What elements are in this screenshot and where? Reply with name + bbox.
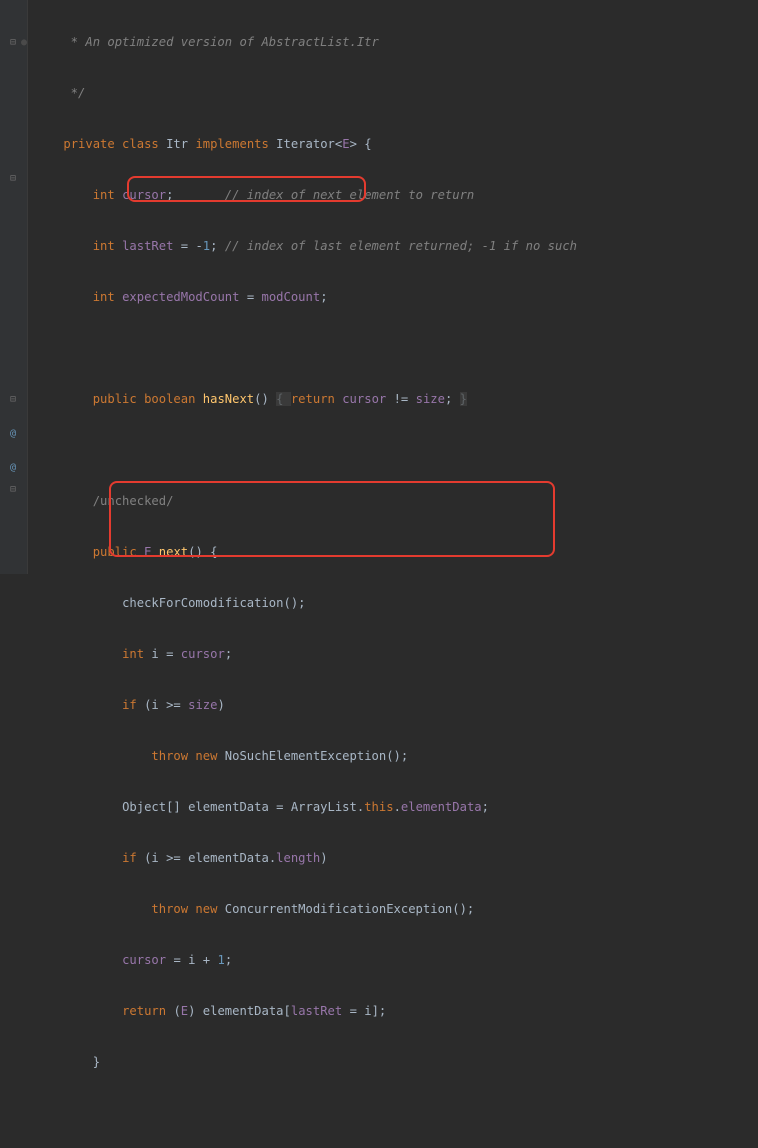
punc: ; (225, 647, 232, 661)
field: size (416, 392, 445, 406)
type: Iterator (276, 137, 335, 151)
punc: ( (173, 1004, 180, 1018)
code-line[interactable]: private class Itr implements Iterator<E>… (28, 136, 758, 153)
field: expectedModCount (122, 290, 247, 304)
code-line[interactable]: int i = cursor; (28, 646, 758, 663)
punc: ; (225, 953, 232, 967)
kw: implements (195, 137, 276, 151)
type-param: E (342, 137, 349, 151)
code-line[interactable]: throw new NoSuchElementException(); (28, 748, 758, 765)
brace: } (93, 1055, 100, 1069)
suppressed-annotation: /unchecked/ (93, 494, 174, 508)
code-line[interactable]: if (i >= size) (28, 697, 758, 714)
op: = - (181, 239, 203, 253)
expr: ) elementData[ (188, 1004, 291, 1018)
punc: ) (320, 851, 327, 865)
comment: // index of last element returned; -1 if… (225, 239, 577, 253)
fold-brace[interactable]: { (276, 392, 291, 406)
type-param: E (144, 545, 159, 559)
kw: int (93, 239, 122, 253)
kw: return (122, 1004, 173, 1018)
field: cursor (122, 188, 166, 202)
code-editor[interactable]: * An optimized version of AbstractList.I… (28, 0, 758, 574)
code-line[interactable]: int cursor; // index of next element to … (28, 187, 758, 204)
code-line[interactable]: cursor = i + 1; (28, 952, 758, 969)
kw: throw new (151, 902, 224, 916)
kw: int (93, 188, 122, 202)
punc: . (394, 800, 401, 814)
kw: if (122, 851, 144, 865)
gutter-override-icon[interactable]: @ (6, 425, 20, 442)
expr: Object[] elementData = ArrayList. (122, 800, 364, 814)
kw-this: this (364, 800, 393, 814)
code-line[interactable] (28, 442, 758, 459)
op: = (247, 290, 262, 304)
field: cursor (122, 953, 173, 967)
code-line[interactable]: public boolean hasNext() { return cursor… (28, 391, 758, 408)
field: lastRet (291, 1004, 350, 1018)
comment: * An optimized version of AbstractList.I… (34, 35, 379, 49)
field: length (276, 851, 320, 865)
code-line[interactable] (28, 1105, 758, 1122)
punc: () { (188, 545, 217, 559)
gutter-override-icon[interactable]: @ (6, 459, 20, 476)
method: hasNext (203, 392, 254, 406)
kw: int (122, 647, 151, 661)
field: cursor (342, 392, 393, 406)
num: 1 (217, 953, 224, 967)
punc: () (254, 392, 276, 406)
kw: if (122, 698, 144, 712)
punc: ; (445, 392, 460, 406)
expr: = i]; (350, 1004, 387, 1018)
code-line[interactable]: Object[] elementData = ArrayList.this.el… (28, 799, 758, 816)
code-line[interactable]: return (E) elementData[lastRet = i]; (28, 1003, 758, 1020)
code-line[interactable]: throw new ConcurrentModificationExceptio… (28, 901, 758, 918)
expr: (i >= elementData. (144, 851, 276, 865)
punc: ) (217, 698, 224, 712)
field: lastRet (122, 239, 181, 253)
expr: (i >= (144, 698, 188, 712)
kw: return (291, 392, 342, 406)
field: elementData (401, 800, 482, 814)
code-line[interactable]: checkForComodification(); (28, 595, 758, 612)
punc: ; (166, 188, 225, 202)
gutter-fold-icon[interactable]: ⊟ (6, 170, 20, 187)
field: cursor (181, 647, 225, 661)
field: modCount (262, 290, 321, 304)
gutter-fold-icon[interactable]: ⊟ (6, 481, 20, 498)
comment: // index of next element to return (225, 188, 474, 202)
code-line[interactable]: } (28, 1054, 758, 1071)
code-line[interactable]: /unchecked/ (28, 493, 758, 510)
comment: */ (34, 86, 85, 100)
kw: private class (63, 137, 166, 151)
punc: > { (350, 137, 372, 151)
type: ConcurrentModificationException(); (225, 902, 474, 916)
expr: = i + (173, 953, 217, 967)
editor-gutter[interactable]: ⊟ ● ⊟ ⊟ @ @ ⊟ (0, 0, 28, 574)
code-line[interactable] (28, 340, 758, 357)
code-line[interactable]: int lastRet = -1; // index of last eleme… (28, 238, 758, 255)
kw: public boolean (93, 392, 203, 406)
kw: throw new (151, 749, 224, 763)
fold-brace[interactable]: } (460, 392, 467, 406)
field: size (188, 698, 217, 712)
classname: Itr (166, 137, 195, 151)
code-line[interactable]: */ (28, 85, 758, 102)
code-line[interactable]: int expectedModCount = modCount; (28, 289, 758, 306)
type-param: E (181, 1004, 188, 1018)
punc: ; (320, 290, 327, 304)
kw: int (93, 290, 122, 304)
punc: ; (210, 239, 225, 253)
type: NoSuchElementException(); (225, 749, 408, 763)
code-line[interactable]: if (i >= elementData.length) (28, 850, 758, 867)
code-line[interactable]: * An optimized version of AbstractList.I… (28, 34, 758, 51)
op: != (394, 392, 416, 406)
kw: public (93, 545, 144, 559)
code-line[interactable]: public E next() { (28, 544, 758, 561)
gutter-fold-icon[interactable]: ⊟ (6, 391, 20, 408)
punc: ; (482, 800, 489, 814)
call: checkForComodification(); (122, 596, 305, 610)
method: next (159, 545, 188, 559)
var: i = (151, 647, 180, 661)
